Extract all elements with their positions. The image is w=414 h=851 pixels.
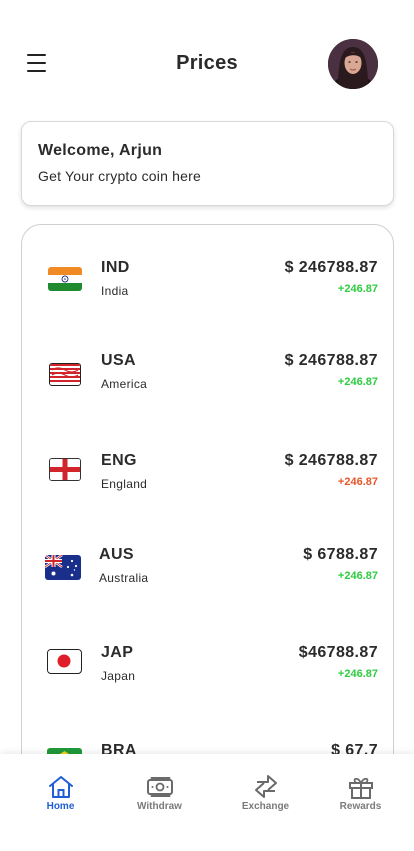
price-row-jap[interactable]: JAP Japan $46788.87 +246.87 xyxy=(22,638,393,698)
welcome-subtitle: Get Your crypto coin here xyxy=(38,168,201,184)
price-change: +246.87 xyxy=(337,570,378,582)
app-header: Prices xyxy=(0,0,414,120)
nav-label: Exchange xyxy=(241,801,290,812)
price-value: $ 246788.87 xyxy=(284,352,378,369)
currency-code: AUS xyxy=(99,546,134,563)
country-name: Japan xyxy=(101,669,136,683)
price-row-eng[interactable]: ENG England $ 246788.87 +246.87 xyxy=(22,446,393,506)
usa-flag-icon xyxy=(49,363,81,386)
india-flag-icon xyxy=(48,267,82,291)
welcome-card: Welcome, Arjun Get Your crypto coin here xyxy=(21,121,394,206)
price-value: $ 246788.87 xyxy=(284,259,378,276)
nav-home[interactable]: Home xyxy=(9,754,112,824)
country-name: England xyxy=(101,477,148,491)
price-value: $ 6788.87 xyxy=(303,546,378,563)
price-row-usa[interactable]: USA America $ 246788.87 +246.87 xyxy=(22,346,393,406)
japan-flag-icon xyxy=(47,649,82,674)
gift-icon xyxy=(346,774,376,800)
bottom-navigation: Home Withdraw Exchange Rewards xyxy=(0,754,414,851)
nav-exchange[interactable]: Exchange xyxy=(214,754,317,824)
nav-label: Rewards xyxy=(339,801,382,812)
exchange-arrows-icon xyxy=(251,774,281,800)
currency-code: IND xyxy=(101,259,130,276)
user-avatar[interactable] xyxy=(328,39,378,89)
price-row-aus[interactable]: AUS Australia $ 6788.87 +246.87 xyxy=(22,540,393,600)
nav-label: Home xyxy=(46,801,75,812)
price-change: +246.87 xyxy=(337,476,378,488)
nav-withdraw[interactable]: Withdraw xyxy=(108,754,211,824)
price-value: $46788.87 xyxy=(298,644,378,661)
price-change: +246.87 xyxy=(337,668,378,680)
home-icon xyxy=(46,774,76,800)
welcome-title: Welcome, Arjun xyxy=(38,142,163,159)
nav-rewards[interactable]: Rewards xyxy=(309,754,412,824)
currency-code: USA xyxy=(101,352,136,369)
country-name: Australia xyxy=(99,571,149,585)
australia-flag-icon xyxy=(45,555,81,580)
currency-code: JAP xyxy=(101,644,134,661)
england-flag-icon xyxy=(49,458,81,481)
price-change: +246.87 xyxy=(337,376,378,388)
price-value: $ 246788.87 xyxy=(284,452,378,469)
currency-code: ENG xyxy=(101,452,137,469)
nav-label: Withdraw xyxy=(137,801,182,812)
price-row-ind[interactable]: IND India $ 246788.87 +246.87 xyxy=(22,253,393,313)
price-change: +246.87 xyxy=(337,283,378,295)
cash-icon xyxy=(145,774,175,800)
country-name: America xyxy=(101,377,148,391)
country-name: India xyxy=(101,284,129,298)
